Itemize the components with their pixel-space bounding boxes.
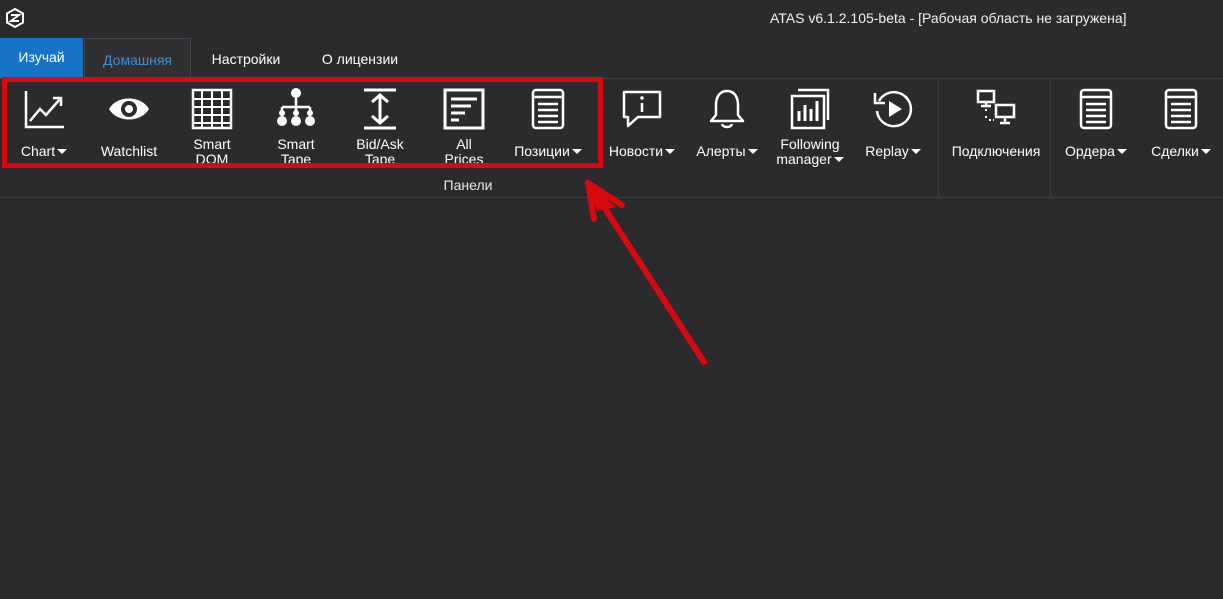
replay-button-label: Replay [865, 143, 909, 159]
replay-dropdown-caret-icon [910, 148, 921, 154]
trades-button[interactable]: Сделки [1144, 83, 1218, 171]
tab-settings[interactable]: Настройки [196, 38, 296, 78]
trades-dropdown-caret-icon [1200, 148, 1211, 154]
following-manager-dropdown-caret-icon [833, 156, 844, 162]
news-dropdown-caret-icon [665, 148, 676, 154]
following-manager-label-line2: manager [776, 151, 832, 167]
connections-button-label: Подключения [951, 143, 1041, 159]
document-icon [1079, 88, 1113, 130]
replay-button[interactable]: Replay [860, 83, 926, 171]
orders-button-label: Ордера [1065, 143, 1115, 159]
ribbon-separator [938, 79, 939, 197]
chat-info-icon [622, 90, 662, 128]
alerts-dropdown-caret-icon [747, 148, 758, 154]
annotation-highlight-box [2, 77, 603, 168]
bar-chart-icon [790, 88, 830, 130]
following-manager-label-line1: Following [780, 136, 840, 152]
window-title: ATAS v6.1.2.105-beta - [Рабочая область … [770, 10, 1127, 26]
panels-group-label: Панели [443, 177, 493, 193]
tab-learn[interactable]: Изучай [0, 38, 83, 78]
title-bar: ATAS v6.1.2.105-beta - [Рабочая область … [0, 0, 1223, 38]
replay-icon [873, 91, 913, 128]
connections-button[interactable]: Подключения [944, 83, 1048, 171]
following-manager-button[interactable]: Following manager [770, 83, 850, 171]
tab-license[interactable]: О лицензии [304, 38, 416, 78]
alerts-button[interactable]: Алерты [690, 83, 764, 171]
alerts-button-label: Алерты [696, 143, 746, 159]
news-button[interactable]: Новости [604, 83, 680, 171]
bell-icon [709, 89, 745, 129]
ribbon-tab-bar: Изучай Домашняя Настройки О лицензии [0, 38, 1223, 78]
orders-button[interactable]: Ордера [1058, 83, 1134, 171]
ribbon-separator [1050, 79, 1051, 197]
atas-logo-icon[interactable] [5, 8, 25, 28]
trades-button-label: Сделки [1151, 143, 1199, 159]
orders-dropdown-caret-icon [1116, 148, 1127, 154]
network-icon [976, 89, 1016, 125]
tab-home[interactable]: Домашняя [84, 38, 191, 78]
document-icon [1164, 88, 1198, 130]
news-button-label: Новости [608, 143, 664, 159]
